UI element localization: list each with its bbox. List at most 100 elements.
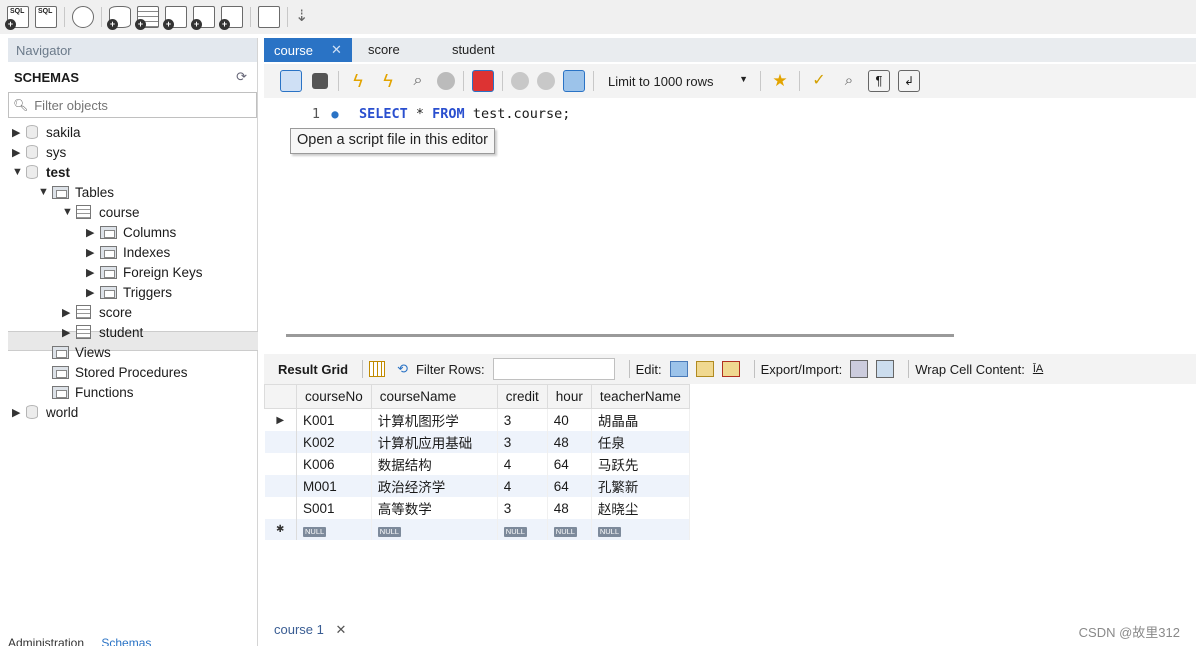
table-cell[interactable]: 数据结构 [371,453,498,475]
table-cell[interactable]: 64 [547,453,592,475]
tab-score[interactable]: score [352,38,442,62]
insert-row-icon[interactable] [695,361,714,377]
table-cell[interactable]: 64 [547,475,592,497]
collapse-arrow-icon[interactable]: ▼ [62,206,76,218]
tree-item-tables[interactable]: ▼ Tables [38,182,114,202]
tree-item-score[interactable]: ▶ score [62,302,132,322]
wrap-lines-icon[interactable]: ↲ [898,70,920,92]
commit-icon[interactable] [511,72,529,90]
expand-arrow-icon[interactable]: ▶ [62,326,76,339]
table-row[interactable]: ▶ K001 计算机图形学 3 40 胡晶晶 [264,408,690,431]
table-row[interactable]: K002 计算机应用基础 3 48 任泉 [264,431,690,453]
expand-arrow-icon[interactable]: ▶ [86,266,100,279]
column-header[interactable]: teacherName [590,384,690,409]
expand-arrow-icon[interactable]: ▶ [86,246,100,259]
expand-arrow-icon[interactable]: ▶ [12,406,26,419]
create-view-icon[interactable]: + [163,6,187,30]
tab-course[interactable]: course ✕ [264,38,352,62]
new-sql-tab-icon[interactable]: + [5,6,29,30]
execute-icon[interactable]: ϟ [347,70,369,92]
reconnect-icon[interactable]: ⇣ [295,6,317,28]
delete-row-icon[interactable] [721,361,740,377]
limit-rows-select[interactable]: Limit to 1000 rows ▼ [608,74,748,89]
wrap-cell-icon[interactable]: ĪA [1033,363,1043,375]
table-cell[interactable]: NULL [547,519,592,540]
sql-code-line[interactable]: 1 ● SELECT * FROM test.course; [264,104,1196,124]
table-cell[interactable]: K001 [296,408,372,431]
expand-arrow-icon[interactable]: ▶ [62,306,76,319]
table-cell[interactable]: 计算机图形学 [371,408,498,431]
filter-rows-input[interactable] [492,358,615,380]
table-cell[interactable]: 3 [497,408,548,431]
tree-item-sys[interactable]: ▶ sys [12,142,66,162]
execute-current-icon[interactable]: ϟ [377,70,399,92]
table-cell[interactable]: 48 [547,497,592,519]
tree-item-student[interactable]: ▶ student [62,322,143,342]
beautify-icon[interactable]: ✓ [808,70,830,92]
close-icon[interactable]: ✕ [336,622,347,637]
expand-arrow-icon[interactable]: ▶ [86,226,100,239]
create-table-icon[interactable]: + [135,6,159,30]
table-cell[interactable]: K002 [296,431,372,453]
tree-item-course[interactable]: ▼ course [62,202,140,222]
collapse-arrow-icon[interactable]: ▼ [38,186,52,198]
table-cell[interactable]: NULL [591,519,690,540]
grid-view-icon[interactable] [369,361,386,377]
table-cell[interactable]: NULL [371,519,498,540]
import-icon[interactable] [876,360,895,378]
open-sql-file-icon[interactable] [35,6,57,28]
table-cell[interactable]: 3 [497,497,548,519]
tree-item-triggers[interactable]: ▶ Triggers [86,282,172,302]
collapse-arrow-icon[interactable]: ▼ [12,166,26,178]
table-cell[interactable]: 任泉 [591,431,690,453]
filter-objects-field[interactable]: 🔍︎ [8,92,257,118]
open-file-icon[interactable] [280,70,302,92]
table-cell[interactable]: 高等数学 [371,497,498,519]
column-header[interactable]: courseName [370,384,498,409]
table-cell[interactable]: 3 [497,431,548,453]
column-header[interactable]: hour [546,384,592,409]
refresh-icon[interactable]: ⟲ [397,361,408,377]
table-cell[interactable]: NULL [296,519,372,540]
create-procedure-icon[interactable]: + [191,6,215,30]
find-icon[interactable]: ⌕ [838,70,860,92]
panel-splitter[interactable] [286,334,954,337]
table-cell[interactable]: 孔繁新 [591,475,690,497]
filter-objects-input[interactable] [34,97,235,113]
tab-student[interactable]: student [442,38,505,62]
table-row[interactable]: K006 数据结构 4 64 马跃先 [264,453,690,475]
tab-schemas[interactable]: Schemas [101,636,151,646]
table-cell[interactable]: NULL [497,519,548,540]
table-cell[interactable]: 4 [497,475,548,497]
explain-icon[interactable]: ⌕ [407,70,429,92]
tab-administration[interactable]: Administration [8,636,84,646]
table-cell[interactable]: 赵晓尘 [591,497,690,519]
invisible-chars-icon[interactable]: ¶ [868,70,890,92]
tree-item-sakila[interactable]: ▶ sakila [12,122,81,142]
table-row[interactable]: S001 高等数学 3 48 赵晓尘 [264,497,690,519]
create-function-icon[interactable]: + [219,6,243,30]
tree-item-views[interactable]: Views [52,342,111,362]
tree-item-columns[interactable]: ▶ Columns [86,222,176,242]
result-grid-label[interactable]: Result Grid [278,362,348,377]
add-snippet-icon[interactable]: ★ [769,70,791,92]
refresh-icon[interactable]: ⟳ [236,69,247,85]
table-cell[interactable]: S001 [296,497,372,519]
new-row[interactable]: ✱ NULL NULL NULL NULL NULL [264,519,690,540]
autocommit-icon[interactable] [563,70,585,92]
table-cell[interactable]: 政治经济学 [371,475,498,497]
tree-item-world[interactable]: ▶ world [12,402,78,422]
edit-row-icon[interactable] [669,361,688,377]
table-cell[interactable]: K006 [296,453,372,475]
tree-item-stored-procedures[interactable]: Stored Procedures [52,362,188,382]
table-cell[interactable]: 马跃先 [591,453,690,475]
table-row[interactable]: M001 政治经济学 4 64 孔繁新 [264,475,690,497]
table-cell[interactable]: M001 [296,475,372,497]
table-cell[interactable]: 计算机应用基础 [371,431,498,453]
column-header[interactable]: credit [496,384,548,409]
rollback-icon[interactable] [537,72,555,90]
tree-item-functions[interactable]: Functions [52,382,134,402]
search-table-data-icon[interactable] [258,6,280,28]
tree-item-indexes[interactable]: ▶ Indexes [86,242,170,262]
inspector-icon[interactable] [72,6,94,28]
